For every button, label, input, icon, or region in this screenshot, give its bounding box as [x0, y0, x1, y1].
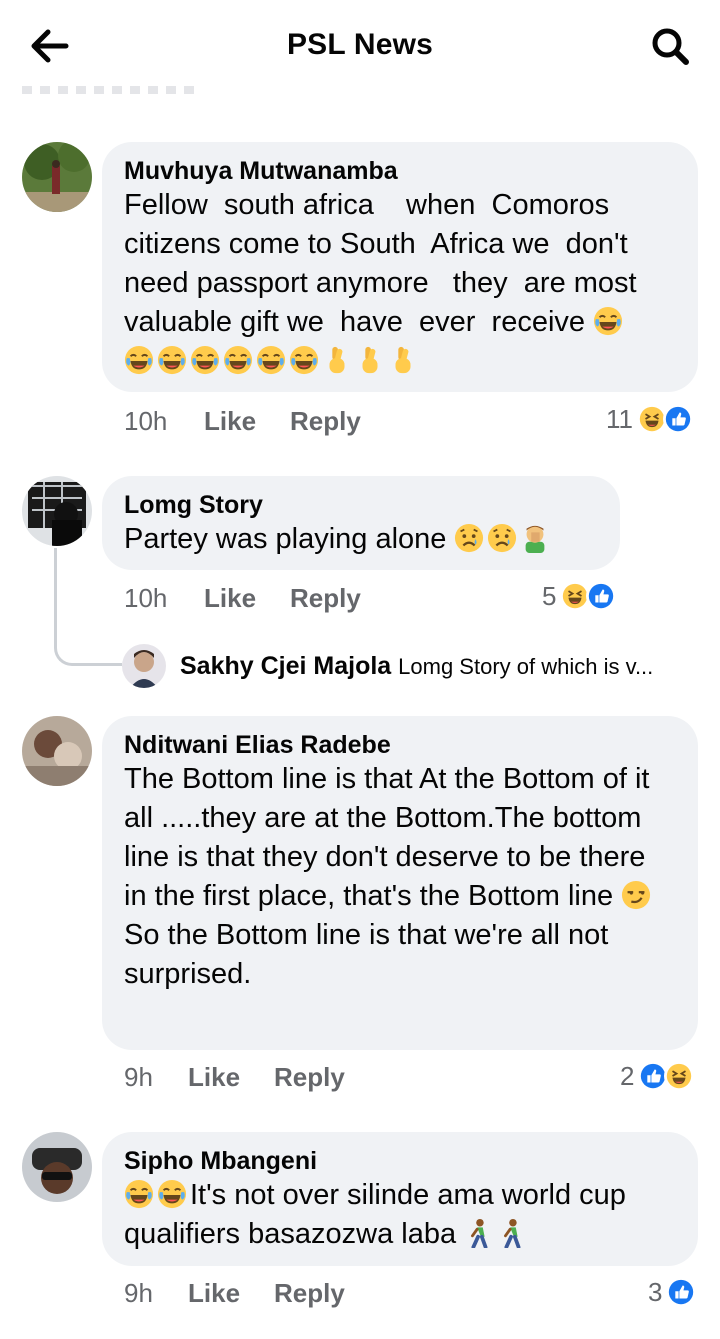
comment-actions: 10h Like Reply [124, 583, 544, 617]
reply-preview[interactable]: Sakhy Cjei Majola Lomg Story of which is… [180, 650, 653, 683]
avatar[interactable] [22, 142, 92, 212]
comment-timestamp: 9h [124, 1278, 153, 1308]
laughing-crying-emoji [124, 345, 154, 375]
search-icon[interactable] [648, 24, 692, 68]
laughing-crying-emoji [157, 345, 187, 375]
crossed-fingers-emoji [322, 345, 352, 375]
avatar[interactable] [22, 716, 92, 786]
comment-bubble[interactable]: Nditwani Elias Radebe The Bottom line is… [102, 716, 698, 1050]
laughing-crying-emoji [593, 306, 623, 336]
reply-snippet: Lomg Story of which is v... [398, 654, 654, 679]
reply-button[interactable]: Reply [274, 1278, 345, 1309]
comment-actions: 10h Like Reply [124, 406, 544, 440]
sad-face-emoji [487, 523, 517, 553]
haha-reaction-icon [664, 1061, 695, 1091]
comment-author[interactable]: Lomg Story [124, 490, 598, 520]
laughing-crying-emoji [157, 1179, 187, 1209]
like-button[interactable]: Like [204, 406, 256, 437]
comment-author[interactable]: Muvhuya Mutwanamba [124, 156, 676, 186]
facepalm-person-emoji [520, 523, 550, 553]
reaction-summary[interactable]: 11 [606, 403, 693, 435]
avatar[interactable] [122, 644, 166, 688]
sad-face-emoji [454, 523, 484, 553]
comment-bubble[interactable]: Lomg Story Partey was playing alone [102, 476, 620, 570]
avatar[interactable] [22, 1132, 92, 1202]
crossed-fingers-emoji [355, 345, 385, 375]
laughing-crying-emoji [124, 1179, 154, 1209]
walking-person-emoji [497, 1218, 527, 1248]
avatar[interactable] [22, 476, 92, 546]
comment-timestamp: 9h [124, 1062, 153, 1092]
faded-divider [22, 86, 198, 94]
like-reaction-icon [666, 1277, 697, 1307]
like-button[interactable]: Like [188, 1062, 240, 1093]
reaction-summary[interactable]: 3 [648, 1276, 697, 1308]
reply-button[interactable]: Reply [290, 583, 361, 614]
reaction-summary[interactable]: 5 [542, 580, 617, 612]
reply-button[interactable]: Reply [290, 406, 361, 437]
comment-text: Fellow south africa when Comoros citizen… [124, 186, 676, 381]
like-button[interactable]: Like [188, 1278, 240, 1309]
comment-timestamp: 10h [124, 406, 168, 436]
laughing-crying-emoji [223, 345, 253, 375]
smirking-face-emoji [621, 880, 651, 910]
comment-text: It's not over silinde ama world cup qual… [124, 1179, 634, 1250]
reaction-count: 11 [606, 403, 633, 434]
like-reaction-icon [586, 581, 617, 611]
laughing-crying-emoji [190, 345, 220, 375]
page-title: PSL News [286, 28, 434, 61]
walking-person-emoji [464, 1218, 494, 1248]
reaction-summary[interactable]: 2 [620, 1060, 695, 1092]
reaction-count: 5 [542, 580, 557, 611]
comment-actions: 9h Like Reply [124, 1278, 544, 1312]
comment-text: The Bottom line is that At the Bottom of… [124, 763, 658, 990]
like-button[interactable]: Like [204, 583, 256, 614]
comment-timestamp: 10h [124, 583, 168, 613]
comment-bubble[interactable]: Sipho Mbangeni It's not over silinde ama… [102, 1132, 698, 1266]
comment-author[interactable]: Sipho Mbangeni [124, 1146, 676, 1176]
crossed-fingers-emoji [388, 345, 418, 375]
reaction-count: 2 [620, 1060, 635, 1091]
reply-button[interactable]: Reply [274, 1062, 345, 1093]
laughing-crying-emoji [289, 345, 319, 375]
comment-actions: 9h Like Reply [124, 1062, 544, 1096]
comment-text: Partey was playing alone [124, 520, 598, 559]
like-reaction-icon [663, 404, 693, 434]
comment-bubble[interactable]: Muvhuya Mutwanamba Fellow south africa w… [102, 142, 698, 392]
reaction-count: 3 [648, 1276, 663, 1307]
laughing-crying-emoji [256, 345, 286, 375]
comment-author[interactable]: Nditwani Elias Radebe [124, 730, 676, 760]
top-app-bar: PSL News [0, 0, 720, 94]
thread-connector [54, 548, 122, 666]
reply-author[interactable]: Sakhy Cjei Majola [180, 652, 391, 680]
